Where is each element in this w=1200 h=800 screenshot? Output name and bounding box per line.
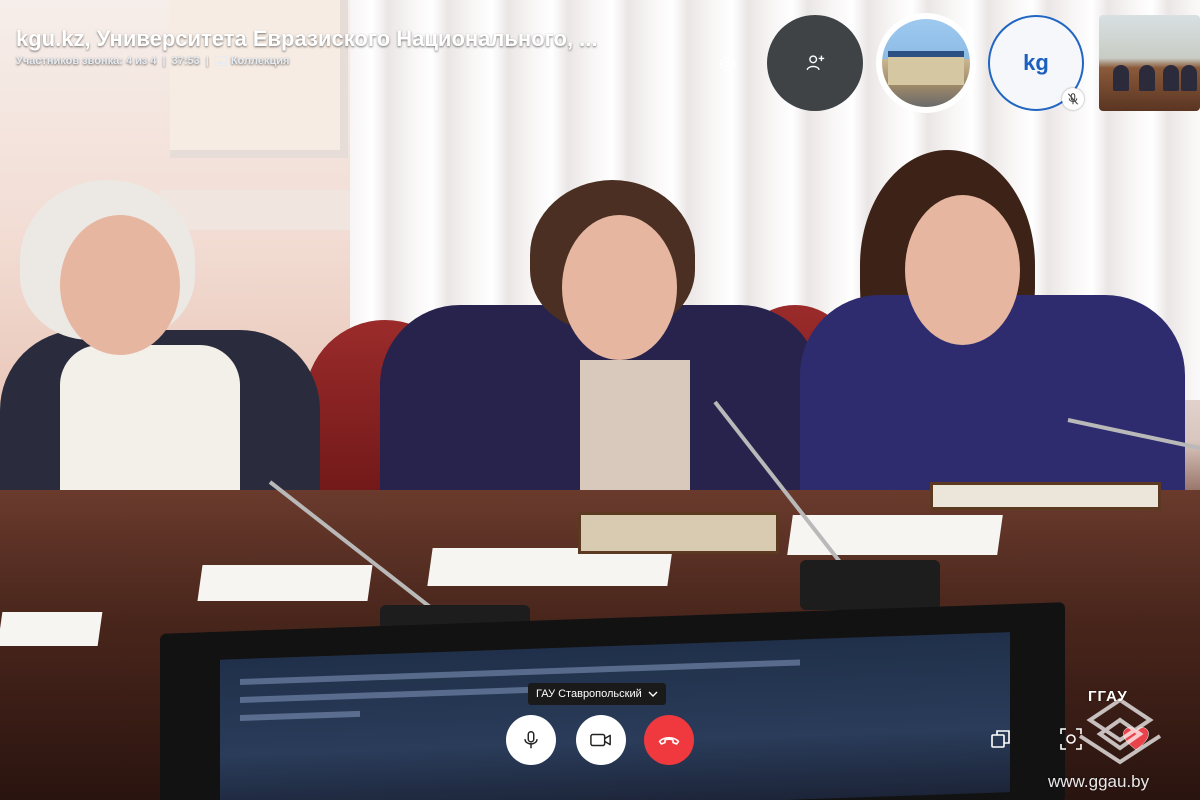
share-screen-button[interactable] — [986, 724, 1016, 754]
notebook — [930, 482, 1161, 510]
call-title: kgu.kz, Университета Евразиского Национа… — [16, 26, 598, 51]
separator: | — [162, 55, 166, 67]
watermark-url: www.ggau.by — [1048, 772, 1150, 791]
participant-avatar-photo[interactable] — [876, 13, 976, 113]
microphone-button[interactable] — [506, 715, 556, 765]
call-meta: Участников звонка: 4 из 4 | 37:53 | Колл… — [16, 55, 289, 67]
camera-icon — [590, 733, 611, 747]
share-screen-icon — [991, 730, 1010, 748]
chevron-down-icon — [648, 691, 658, 697]
avatar-initials: kg — [1023, 50, 1049, 75]
gear-icon — [719, 55, 737, 73]
call-header: kgu.kz, Университета Евразиского Национа… — [0, 0, 1200, 120]
collection-link[interactable]: Коллекция — [214, 55, 290, 67]
muted-badge — [1062, 88, 1084, 110]
settings-button[interactable] — [714, 50, 742, 78]
notebook — [578, 512, 779, 554]
call-duration: 37:53 — [171, 55, 200, 67]
paper — [0, 612, 103, 646]
device-name: ГАУ Ставропольский — [536, 688, 642, 700]
end-call-button[interactable] — [644, 715, 694, 765]
device-selector[interactable]: ГАУ Ставропольский — [528, 683, 666, 705]
participant-count: Участников звонка: 4 из 4 — [16, 55, 157, 67]
video-feed — [0, 0, 1200, 800]
add-person-icon — [806, 55, 825, 71]
collection-label: Коллекция — [230, 55, 290, 67]
self-view-video[interactable] — [1099, 15, 1200, 111]
gallery-icon — [214, 56, 227, 66]
separator: | — [205, 55, 209, 67]
monitor-screen — [220, 632, 1010, 800]
mic-muted-icon — [1067, 93, 1079, 105]
camera-button[interactable] — [576, 715, 626, 765]
microphone-base — [800, 560, 940, 610]
logo-text: ГГАУ — [1088, 688, 1128, 705]
add-participant-button[interactable] — [767, 15, 863, 111]
phone-hangup-icon — [658, 736, 680, 745]
paper — [197, 565, 373, 601]
wall-panel — [160, 190, 360, 230]
avatar-image — [882, 19, 970, 107]
microphone-icon — [524, 731, 538, 749]
